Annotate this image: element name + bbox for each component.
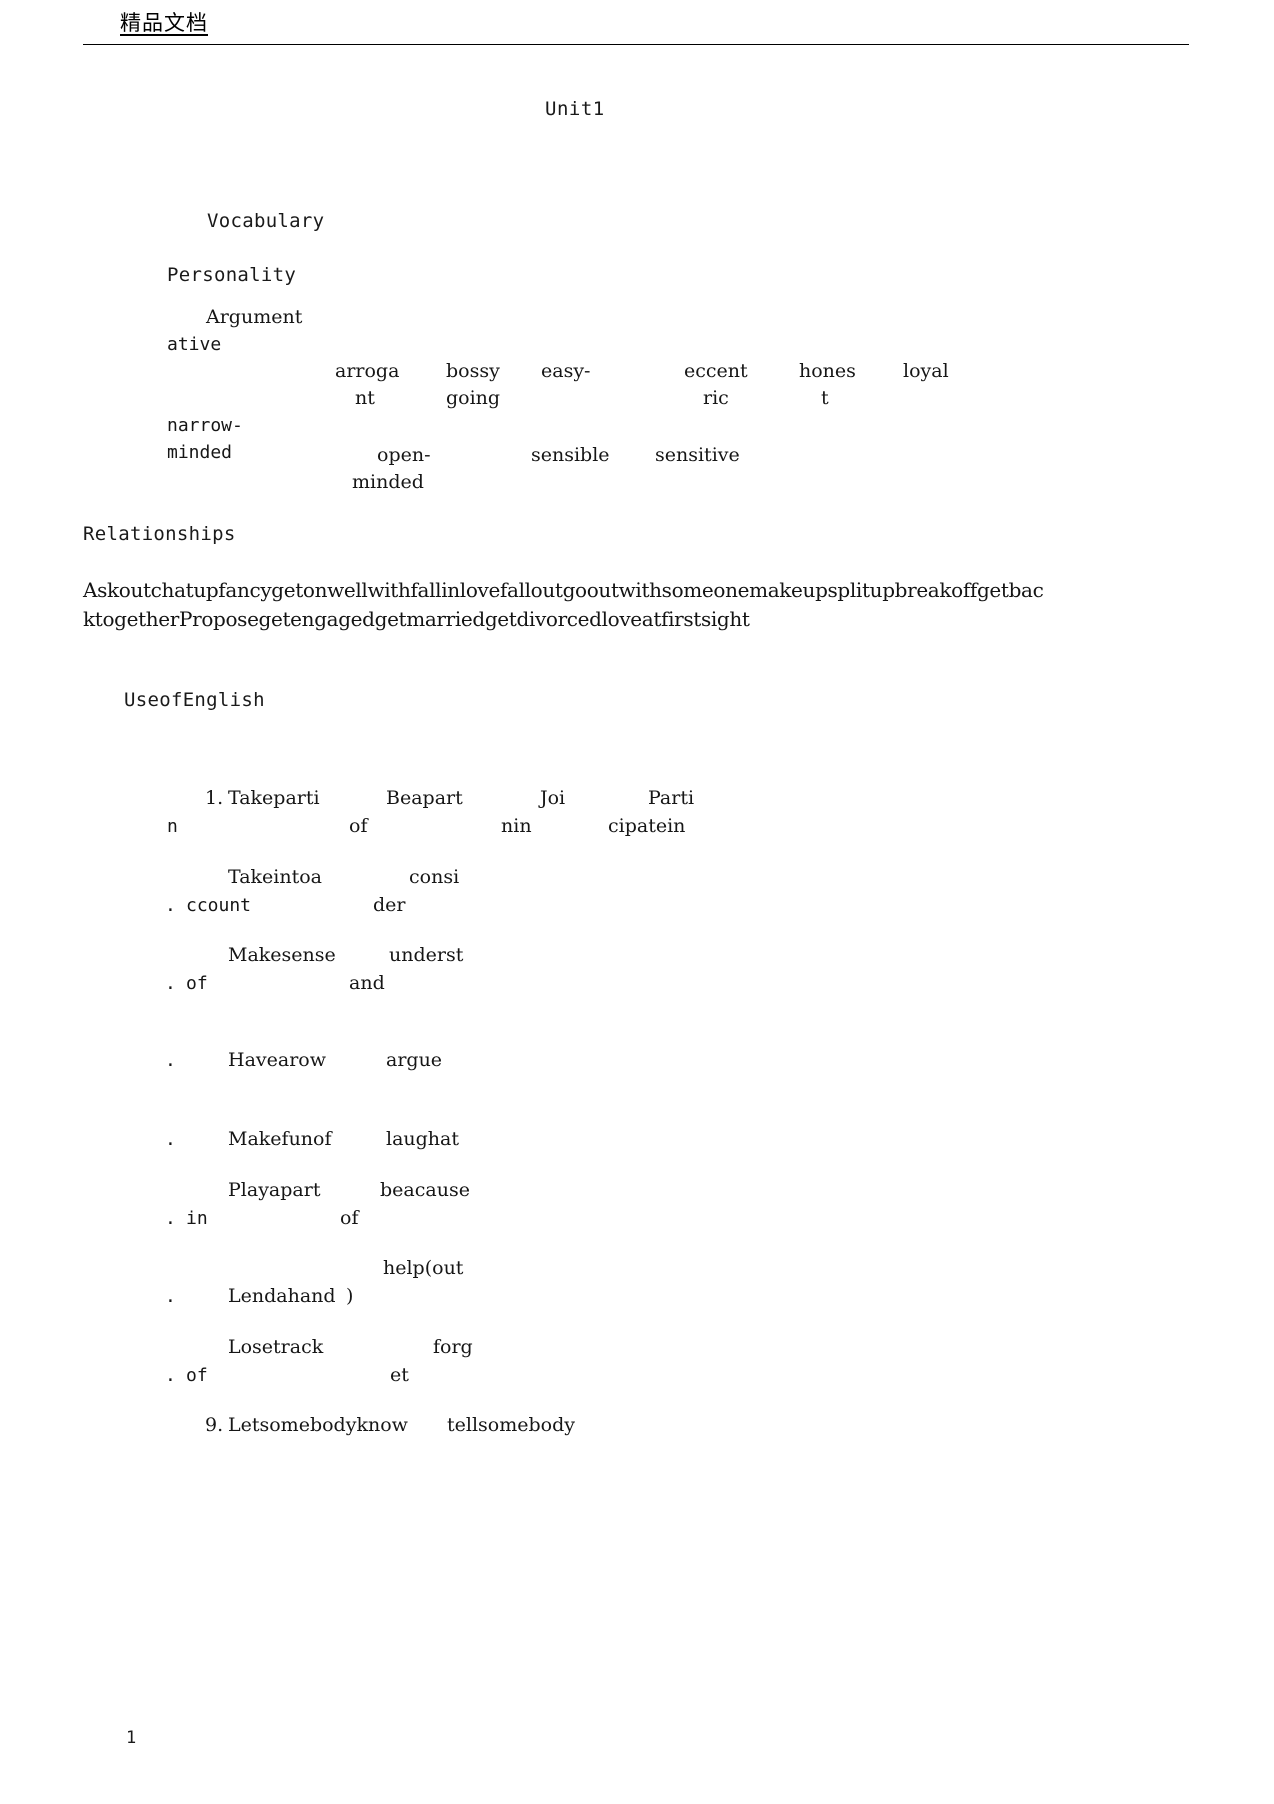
section-heading-use-of-english: UseofEnglish [124, 689, 265, 711]
uoe-item-7-mid-line1: help(out [383, 1257, 464, 1279]
header-divider-line [83, 44, 1189, 45]
personality-word-bossy: bossy [446, 360, 500, 382]
uoe-item-1-far-line2: cipatein [608, 815, 686, 837]
uoe-item-1-right-line2: nin [501, 815, 532, 837]
personality-word-openminded-line1: open- [377, 444, 431, 466]
personality-word-argumentative-line1: Argument [206, 306, 303, 328]
uoe-item-2-left-line1: Takeintoa [228, 866, 322, 888]
uoe-item-1-mid-line1: Beapart [386, 787, 463, 809]
relationships-phrases-line-2: ktogetherProposegetengagedgetmarriedgetd… [83, 607, 750, 631]
uoe-item-8-left-line2: of [186, 1365, 208, 1386]
uoe-item-1-left-line1: Takeparti [228, 787, 320, 809]
personality-word-easygoing-line1: easy- [541, 360, 591, 382]
uoe-item-8-left-line1: Losetrack [228, 1336, 324, 1358]
personality-word-honest-line1: hones [799, 360, 856, 382]
page-header: 精品文档 [83, 10, 1183, 36]
section-heading-relationships: Relationships [83, 523, 236, 545]
uoe-item-3-left-line1: Makesense [228, 944, 336, 966]
uoe-item-2-mid-line1: consi [409, 866, 460, 888]
uoe-item-3-left-line2: of [186, 973, 208, 994]
uoe-item-6-left-line2: in [186, 1208, 208, 1229]
uoe-item-1-far-line1: Parti [648, 787, 695, 809]
uoe-item-2-mid-line2: der [373, 894, 406, 916]
uoe-item-1-right-line1: Joi [540, 787, 566, 809]
uoe-item-4-left-line1: Havearow [228, 1049, 326, 1071]
personality-word-eccentric-line2: ric [703, 387, 729, 409]
uoe-item-8-mid-line2: et [390, 1364, 409, 1386]
section-heading-vocabulary: Vocabulary [207, 210, 325, 232]
uoe-item-3-number: . [165, 973, 176, 994]
uoe-item-8-number: . [165, 1365, 176, 1386]
uoe-item-5-left-line1: Makefunof [228, 1128, 332, 1150]
uoe-item-4-number: . [165, 1050, 176, 1071]
uoe-item-5-number: . [165, 1129, 176, 1150]
uoe-item-6-number: . [165, 1208, 176, 1229]
uoe-item-3-mid-line2: and [349, 972, 385, 994]
uoe-item-3-mid-line1: underst [389, 944, 464, 966]
uoe-item-6-mid-line2: of [340, 1207, 359, 1229]
personality-word-loyal: loyal [903, 360, 949, 382]
uoe-item-7-number: . [165, 1286, 176, 1307]
uoe-item-2-number: . [165, 895, 176, 916]
section-heading-personality: Personality [167, 264, 297, 286]
personality-word-sensitive: sensitive [655, 444, 740, 466]
document-page: 精品文档 Unit1 Vocabulary Personality Argume… [0, 0, 1274, 1804]
header-chinese-title: 精品文档 [120, 11, 208, 35]
uoe-item-4-mid-line1: argue [386, 1049, 443, 1071]
personality-word-openminded-line2: minded [352, 471, 424, 493]
personality-word-arrogant-line2: nt [355, 387, 375, 409]
uoe-item-6-mid-line1: beacause [380, 1179, 470, 1201]
uoe-item-7-mid-line2: ) [346, 1285, 354, 1307]
uoe-item-9-mid-line1: tellsomebody [447, 1414, 575, 1436]
uoe-item-7-left-line1: Lendahand [228, 1285, 336, 1307]
personality-word-eccentric-line1: eccent [684, 360, 748, 382]
personality-word-argumentative-line2: ative [167, 334, 222, 355]
uoe-item-1-number: 1. [205, 787, 224, 809]
personality-word-honest-line2: t [821, 387, 829, 409]
uoe-item-1-mid-line2: of [349, 815, 368, 837]
personality-word-easygoing-line2: going [446, 387, 501, 409]
uoe-item-1-left-line2: n [167, 816, 178, 837]
uoe-item-5-mid-line1: laughat [386, 1128, 460, 1150]
relationships-phrases-line-1: Askoutchatupfancygetonwellwithfallinlove… [83, 578, 1044, 602]
page-number: 1 [126, 1728, 137, 1748]
uoe-item-6-left-line1: Playapart [228, 1179, 321, 1201]
uoe-item-9-left-line1: Letsomebodyknow [228, 1414, 408, 1436]
uoe-item-8-mid-line1: forg [433, 1336, 473, 1358]
uoe-item-2-left-line2: ccount [186, 895, 252, 916]
personality-word-sensible: sensible [531, 444, 610, 466]
personality-word-narrowminded-line2: minded [167, 442, 233, 463]
page-title: Unit1 [545, 98, 605, 120]
personality-word-arrogant-line1: arroga [335, 360, 400, 382]
uoe-item-9-number: 9. [205, 1414, 224, 1436]
personality-word-narrowminded-line1: narrow- [167, 415, 243, 436]
